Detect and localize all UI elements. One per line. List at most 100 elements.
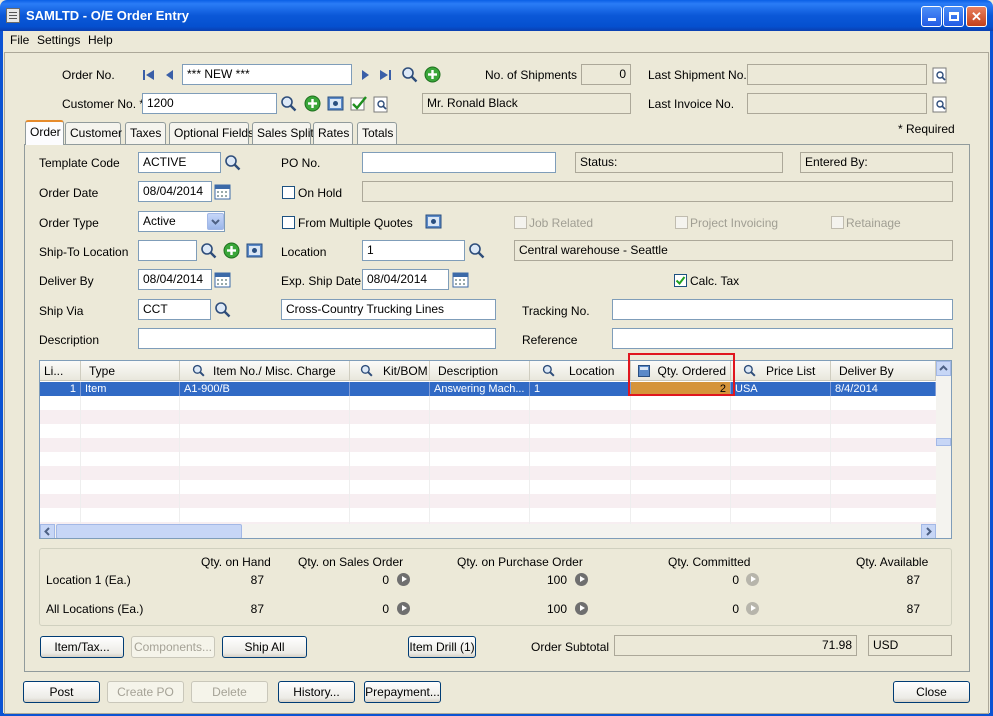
ship-to-input[interactable] [138, 240, 197, 261]
menu-settings[interactable]: Settings [37, 33, 80, 47]
order-type-dropdown-button[interactable] [207, 213, 224, 230]
close-window-button[interactable]: ✕ [966, 6, 987, 27]
reference-input[interactable] [612, 328, 953, 349]
scroll-up-button[interactable] [936, 361, 951, 376]
template-finder-icon[interactable] [224, 154, 241, 171]
tab-optional-fields[interactable]: Optional Fields [169, 122, 254, 144]
menu-help[interactable]: Help [88, 33, 113, 47]
h-scroll-thumb[interactable] [56, 524, 242, 538]
maximize-button[interactable] [943, 6, 964, 27]
kit-finder-icon[interactable] [360, 364, 373, 377]
prepayment-button[interactable]: Prepayment... [364, 681, 441, 703]
ship-all-button[interactable]: Ship All [222, 636, 307, 658]
from-quotes-checkbox[interactable] [282, 216, 295, 229]
order-detail-grid[interactable]: Li... Type Item No./ Misc. Charge Kit/BO… [39, 360, 952, 539]
order-date-calendar-icon[interactable] [214, 183, 231, 200]
item-drill-button[interactable]: Item Drill (1) [408, 636, 476, 658]
tab-order[interactable]: Order [25, 120, 64, 145]
customer-finder-icon[interactable] [280, 95, 297, 112]
location-finder-icon[interactable] [468, 242, 485, 259]
order-finder-icon[interactable] [401, 66, 418, 83]
item-tax-button[interactable]: Item/Tax... [40, 636, 124, 658]
tab-customer[interactable]: Customer [65, 122, 122, 144]
scroll-thumb[interactable] [936, 438, 951, 446]
calc-tax-checkbox[interactable] [674, 274, 687, 287]
order-date-input[interactable]: 08/04/2014 [138, 181, 212, 202]
order-number-input[interactable]: *** NEW *** [182, 64, 352, 85]
scroll-left-button[interactable] [40, 524, 55, 538]
tab-rates[interactable]: Rates [313, 122, 353, 144]
close-button[interactable]: Close [893, 681, 970, 703]
post-button[interactable]: Post [23, 681, 100, 703]
ship-to-finder-icon[interactable] [200, 242, 217, 259]
location-input[interactable]: 1 [362, 240, 465, 261]
shipment-zoom-icon[interactable] [932, 67, 949, 84]
order-subtotal-value: 71.98 [614, 635, 857, 656]
customer-zoom-icon[interactable] [373, 96, 390, 113]
previous-record-icon[interactable] [163, 68, 177, 82]
ship-to-info-icon[interactable] [246, 242, 263, 259]
new-ship-to-icon[interactable] [223, 242, 240, 259]
po-drilldown-icon[interactable] [575, 573, 588, 586]
on-hold-checkbox[interactable] [282, 186, 295, 199]
qty-value: 87 [906, 573, 920, 587]
customer-check-icon[interactable] [350, 95, 367, 112]
column-header-item[interactable]: Item No./ Misc. Charge [180, 361, 350, 381]
chevron-right-icon [926, 527, 932, 536]
customer-info-icon[interactable] [327, 95, 344, 112]
committed-drilldown-icon[interactable] [746, 602, 759, 615]
tab-totals[interactable]: Totals [357, 122, 397, 144]
column-header-price-list[interactable]: Price List [731, 361, 831, 381]
project-invoicing-checkbox[interactable] [675, 216, 688, 229]
components-button[interactable]: Components... [131, 636, 215, 658]
column-header-line[interactable]: Li... [40, 361, 81, 381]
vertical-scrollbar[interactable] [936, 361, 951, 524]
column-header-location[interactable]: Location [530, 361, 631, 381]
deliver-by-input[interactable]: 08/04/2014 [138, 269, 212, 290]
create-po-button[interactable]: Create PO [107, 681, 184, 703]
column-header-type[interactable]: Type [81, 361, 180, 381]
po-number-input[interactable] [362, 152, 556, 173]
column-header-deliver-by[interactable]: Deliver By [831, 361, 936, 381]
last-record-icon[interactable] [378, 68, 392, 82]
template-code-input[interactable]: ACTIVE [138, 152, 221, 173]
invoice-zoom-icon[interactable] [932, 96, 949, 113]
po-drilldown-icon[interactable] [575, 602, 588, 615]
column-header-kit[interactable]: Kit/BOM [350, 361, 430, 381]
scroll-right-button[interactable] [921, 524, 936, 538]
column-header-description[interactable]: Description [430, 361, 530, 381]
empty-rows [40, 396, 936, 524]
ship-via-input[interactable]: CCT [138, 299, 211, 320]
minimize-button[interactable] [921, 6, 942, 27]
horizontal-scrollbar[interactable] [40, 524, 951, 538]
description-input[interactable] [138, 328, 496, 349]
committed-drilldown-icon[interactable] [746, 573, 759, 586]
quotes-info-icon[interactable] [425, 213, 442, 230]
so-drilldown-icon[interactable] [397, 573, 410, 586]
new-customer-icon[interactable] [304, 95, 321, 112]
cell-line: 1 [40, 382, 81, 396]
ship-via-description[interactable]: Cross-Country Trucking Lines [281, 299, 496, 320]
so-drilldown-icon[interactable] [397, 602, 410, 615]
tracking-number-input[interactable] [612, 299, 953, 320]
ship-via-finder-icon[interactable] [214, 301, 231, 318]
exp-ship-calendar-icon[interactable] [452, 271, 469, 288]
history-button[interactable]: History... [278, 681, 355, 703]
next-record-icon[interactable] [358, 68, 372, 82]
table-row[interactable]: 1 Item A1-900/B Answering Mach... 1 2 US… [40, 382, 936, 396]
qty-value: 87 [906, 602, 920, 616]
item-finder-icon[interactable] [192, 364, 205, 377]
new-order-icon[interactable] [424, 66, 441, 83]
menu-file[interactable]: File [10, 33, 29, 47]
first-record-icon[interactable] [142, 68, 156, 82]
customer-number-input[interactable]: 1200 [142, 93, 277, 114]
tab-sales-split[interactable]: Sales Split [252, 122, 314, 144]
delete-button[interactable]: Delete [191, 681, 268, 703]
job-related-checkbox[interactable] [514, 216, 527, 229]
retainage-checkbox[interactable] [831, 216, 844, 229]
tab-taxes[interactable]: Taxes [125, 122, 166, 144]
price-list-finder-icon[interactable] [743, 364, 756, 377]
location-column-finder-icon[interactable] [542, 364, 555, 377]
exp-ship-date-input[interactable]: 08/04/2014 [362, 269, 449, 290]
deliver-by-calendar-icon[interactable] [214, 271, 231, 288]
